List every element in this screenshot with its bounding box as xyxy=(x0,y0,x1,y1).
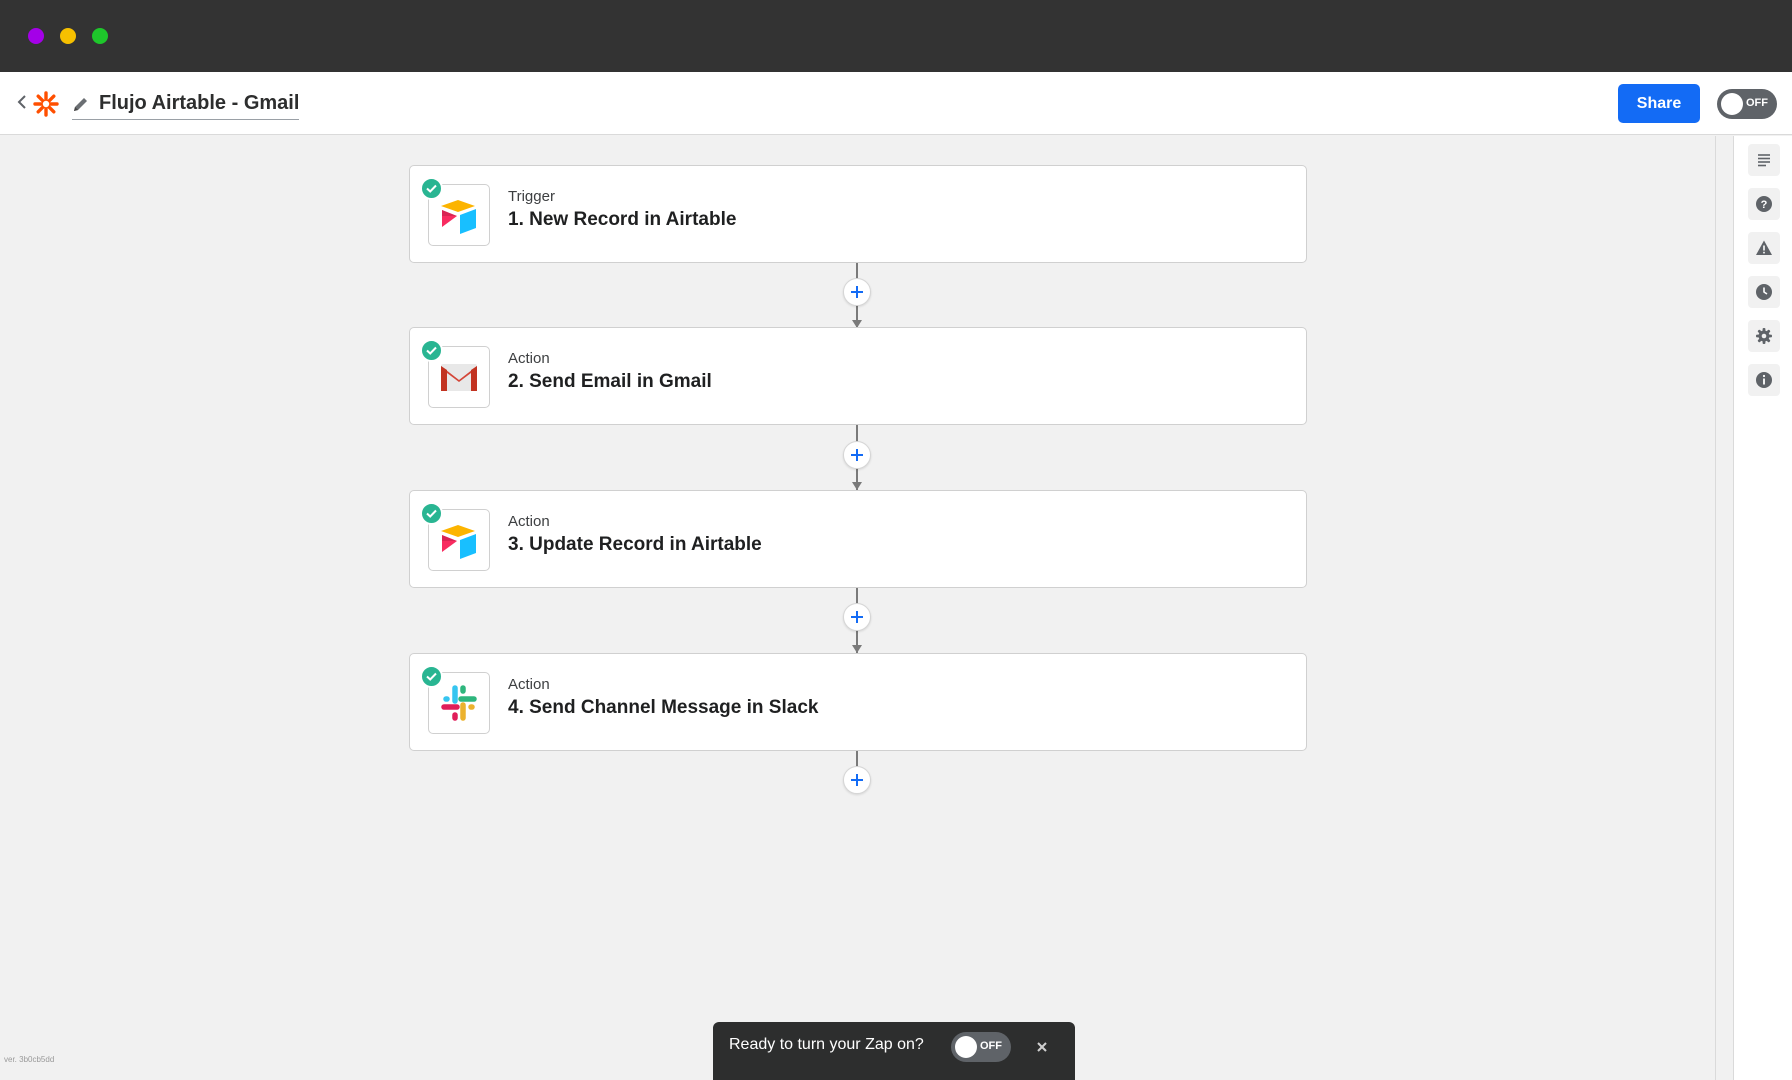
toast-message: Ready to turn your Zap on? xyxy=(729,1036,924,1053)
share-button[interactable]: Share xyxy=(1618,84,1700,123)
rail-divider xyxy=(1715,136,1716,1080)
step-title: 1. New Record in Airtable xyxy=(508,209,737,230)
window-maximize-dot[interactable] xyxy=(92,28,108,44)
connector-line xyxy=(856,751,858,767)
toast-on-off-toggle[interactable]: OFF xyxy=(951,1032,1011,1062)
close-toast-button[interactable] xyxy=(1033,1038,1051,1056)
check-icon xyxy=(420,177,443,200)
add-step-button[interactable] xyxy=(843,766,871,794)
zap-title-field[interactable]: Flujo Airtable - Gmail xyxy=(72,90,300,120)
warning-icon xyxy=(1756,240,1772,255)
editor-header: Flujo Airtable - Gmail Share OFF xyxy=(0,72,1792,135)
window-minimize-dot[interactable] xyxy=(60,28,76,44)
plus-icon xyxy=(851,286,863,298)
step-title: 3. Update Record in Airtable xyxy=(508,534,762,555)
step-title: 2. Send Email in Gmail xyxy=(508,371,712,392)
step-card-1[interactable]: Trigger 1. New Record in Airtable xyxy=(409,165,1307,263)
connector-arrow xyxy=(852,482,862,490)
window-close-dot[interactable] xyxy=(28,28,44,44)
version-label: ver. 3b0cb5dd xyxy=(4,1055,55,1064)
connector-arrow xyxy=(852,645,862,653)
add-step-button[interactable] xyxy=(843,441,871,469)
history-icon xyxy=(1756,284,1772,300)
add-step-button[interactable] xyxy=(843,603,871,631)
step-card-4[interactable]: Action 4. Send Channel Message in Slack xyxy=(409,653,1307,751)
slack-icon xyxy=(441,685,477,721)
back-button[interactable] xyxy=(14,90,30,114)
chevron-left-icon xyxy=(17,95,26,109)
window-titlebar xyxy=(0,0,1792,72)
step-card-3[interactable]: Action 3. Update Record in Airtable xyxy=(409,490,1307,588)
plus-icon xyxy=(851,611,863,623)
gmail-icon xyxy=(441,364,477,391)
airtable-icon xyxy=(441,200,476,234)
notes-icon xyxy=(1758,154,1770,167)
settings-button[interactable] xyxy=(1748,320,1780,352)
plus-icon xyxy=(851,449,863,461)
info-icon xyxy=(1756,372,1772,388)
history-button[interactable] xyxy=(1748,276,1780,308)
airtable-icon xyxy=(441,525,476,559)
zapier-logo-icon[interactable] xyxy=(33,91,59,117)
alerts-button[interactable] xyxy=(1748,232,1780,264)
add-step-button[interactable] xyxy=(843,278,871,306)
plus-icon xyxy=(851,774,863,786)
check-icon xyxy=(420,665,443,688)
toggle-label: OFF xyxy=(980,1040,1002,1052)
settings-icon xyxy=(1756,328,1772,344)
close-icon xyxy=(1037,1042,1047,1052)
step-type-label: Action xyxy=(508,513,550,530)
toggle-knob xyxy=(1721,93,1743,115)
right-sidebar: ? xyxy=(1733,136,1792,1080)
help-icon: ? xyxy=(1756,196,1772,212)
check-icon xyxy=(420,502,443,525)
svg-text:?: ? xyxy=(1761,199,1768,211)
step-type-label: Action xyxy=(508,676,550,693)
check-icon xyxy=(420,339,443,362)
turn-on-toast: Ready to turn your Zap on? OFF xyxy=(713,1022,1075,1080)
toggle-knob xyxy=(955,1036,977,1058)
help-button[interactable]: ? xyxy=(1748,188,1780,220)
step-type-label: Action xyxy=(508,350,550,367)
pencil-icon xyxy=(74,97,87,111)
toggle-label: OFF xyxy=(1746,97,1768,109)
info-button[interactable] xyxy=(1748,364,1780,396)
step-type-label: Trigger xyxy=(508,188,555,205)
notes-button[interactable] xyxy=(1748,144,1780,176)
step-title: 4. Send Channel Message in Slack xyxy=(508,697,819,718)
zap-on-off-toggle[interactable]: OFF xyxy=(1717,89,1777,119)
zap-title: Flujo Airtable - Gmail xyxy=(99,92,300,114)
step-card-2[interactable]: Action 2. Send Email in Gmail xyxy=(409,327,1307,425)
